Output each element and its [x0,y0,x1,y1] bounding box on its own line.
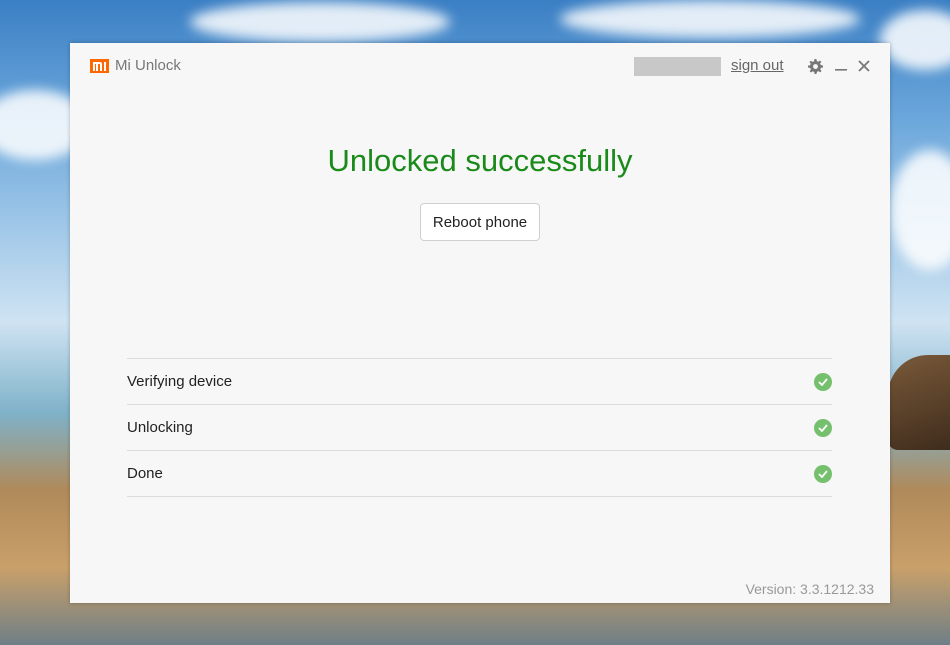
mi-logo-icon [90,59,109,73]
check-icon [814,372,832,391]
step-unlocking: Unlocking [127,405,832,451]
step-verifying-device: Verifying device [127,359,832,405]
sign-out-link[interactable]: sign out [731,57,784,74]
minimize-button[interactable] [831,55,851,77]
close-icon [858,60,870,72]
progress-step-list: Verifying device Unlocking Done [127,358,832,497]
gear-icon [807,58,823,74]
step-label: Unlocking [127,419,193,436]
settings-button[interactable] [805,55,825,77]
check-icon [814,464,832,483]
version-label: Version: 3.3.1212.33 [745,581,874,597]
close-button[interactable] [854,55,874,77]
step-label: Done [127,465,163,482]
app-brand: Mi Unlock [90,57,181,74]
unlock-status-headline: Unlocked successfully [327,143,633,178]
reboot-phone-button[interactable]: Reboot phone [420,203,540,241]
step-label: Verifying device [127,373,233,390]
account-name-redacted [634,57,721,76]
app-title: Mi Unlock [115,57,181,74]
mi-unlock-window: Mi Unlock sign out Unlocked successfully… [70,43,890,603]
check-icon [814,418,832,437]
step-done: Done [127,451,832,497]
minimize-icon [835,69,847,71]
